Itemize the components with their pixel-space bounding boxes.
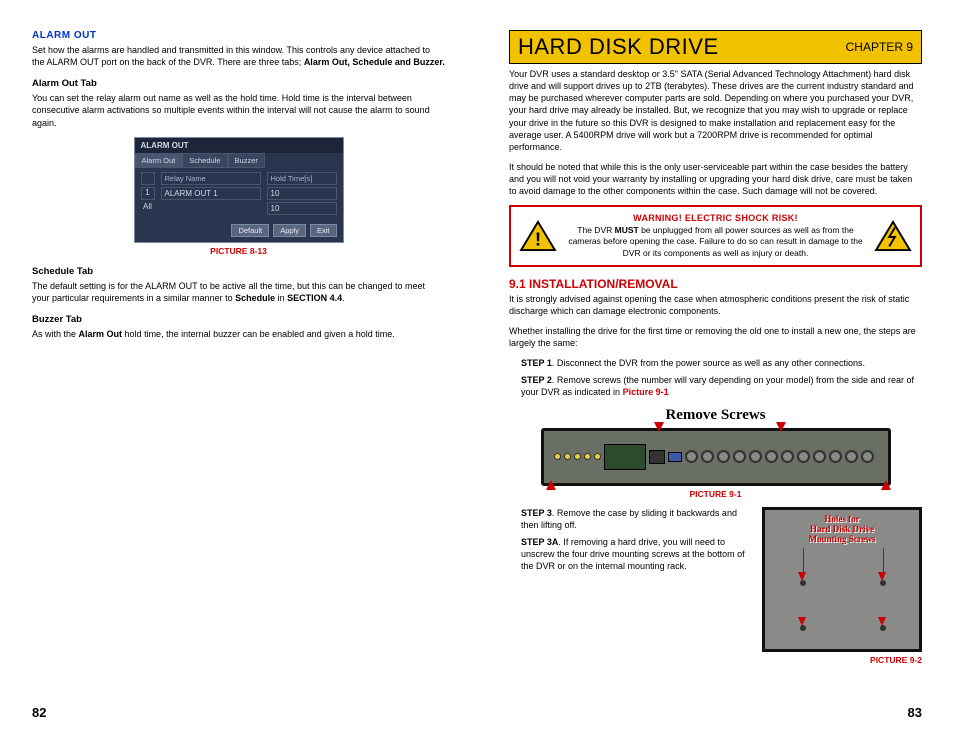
arrow-icon	[546, 480, 556, 490]
step1-label: STEP 1	[521, 358, 552, 368]
ui-td-time: 10	[267, 187, 337, 200]
ui-tab-buzzer: Buzzer	[228, 153, 265, 168]
warning-heading: WARNING! ELECTRIC SHOCK RISK!	[565, 213, 866, 223]
step-2: STEP 2. Remove screws (the number will v…	[521, 374, 922, 398]
warn-b1: The DVR	[577, 225, 614, 235]
picture-9-1-caption: PICTURE 9-1	[509, 489, 922, 499]
alarm-out-heading: ALARM OUT	[32, 30, 445, 41]
dvr-rear-image	[541, 428, 891, 486]
drive-label-3: Mounting Screws	[765, 534, 919, 544]
alarm-out-intro: Set how the alarms are handled and trans…	[32, 44, 445, 68]
step3a-label: STEP 3A	[521, 537, 558, 547]
ui-btn-default: Default	[231, 224, 269, 237]
ui-tab-schedule: Schedule	[182, 153, 227, 168]
shock-triangle-icon	[874, 220, 912, 252]
ui-td-name: ALARM OUT 1	[161, 187, 261, 200]
warning-triangle-icon: !	[519, 220, 557, 252]
section-9-1-title: 9.1 INSTALLATION/REMOVAL	[509, 277, 922, 291]
sched-word: Schedule	[235, 293, 275, 303]
step-3a: STEP 3A. If removing a hard drive, you w…	[521, 536, 750, 572]
page-number-right: 83	[908, 705, 922, 720]
arrow-icon	[776, 422, 786, 432]
warn-must: MUST	[615, 225, 639, 235]
alarm-out-tab-body: You can set the relay alarm out name as …	[32, 92, 445, 128]
ui-td-all-time: 10	[267, 202, 337, 215]
buzz-b1: As with the	[32, 329, 79, 339]
step2-text: . Remove screws (the number will vary de…	[521, 375, 914, 397]
sec91-p2: Whether installing the drive for the fir…	[509, 325, 922, 349]
page-number-left: 82	[32, 705, 46, 720]
step-3: STEP 3. Remove the case by sliding it ba…	[521, 507, 750, 531]
schedule-tab-body: The default setting is for the ALARM OUT…	[32, 280, 445, 304]
buzzer-tab-title: Buzzer Tab	[32, 314, 445, 325]
warning-body: The DVR MUST be unplugged from all power…	[565, 225, 866, 258]
sched-ref: SECTION 4.4	[287, 293, 342, 303]
step1-text: . Disconnect the DVR from the power sour…	[552, 358, 865, 368]
alarm-out-tab-title: Alarm Out Tab	[32, 78, 445, 89]
drive-label-1: Holes for	[765, 514, 919, 524]
warning-box: ! WARNING! ELECTRIC SHOCK RISK! The DVR …	[509, 205, 922, 266]
hdd-intro-1: Your DVR uses a standard desktop or 3.5"…	[509, 68, 922, 153]
chapter-bar: HARD DISK DRIVE CHAPTER 9	[509, 30, 922, 64]
ui-th-hold: Hold Time[s]	[267, 172, 337, 185]
sched-b2: in	[275, 293, 287, 303]
alarm-out-screenshot: ALARM OUT Alarm Out Schedule Buzzer Rela…	[134, 137, 344, 243]
page-left: ALARM OUT Set how the alarms are handled…	[0, 0, 477, 738]
picture-9-2-caption: PICTURE 9-2	[762, 655, 922, 665]
ui-window-title: ALARM OUT	[135, 138, 343, 153]
buzz-word: Alarm Out	[79, 329, 123, 339]
arrow-icon	[654, 422, 664, 432]
drive-label: Holes for Hard Disk Drive Mounting Screw…	[765, 514, 919, 544]
ui-th-blank	[141, 172, 155, 185]
sched-b1: The default setting is for the ALARM OUT…	[32, 281, 425, 303]
step2-label: STEP 2	[521, 375, 552, 385]
ui-th-relay: Relay Name	[161, 172, 261, 185]
chapter-number: CHAPTER 9	[846, 40, 913, 54]
schedule-tab-title: Schedule Tab	[32, 266, 445, 277]
step-1: STEP 1. Disconnect the DVR from the powe…	[521, 357, 922, 369]
ui-td-all: All	[141, 202, 155, 215]
step3-text: . Remove the case by sliding it backward…	[521, 508, 737, 530]
ui-td-1: 1	[141, 187, 155, 200]
dvr-bottom-image: Holes for Hard Disk Drive Mounting Screw…	[762, 507, 922, 652]
page-right: HARD DISK DRIVE CHAPTER 9 Your DVR uses …	[477, 0, 954, 738]
step2-ref: Picture 9-1	[623, 387, 669, 397]
step3-label: STEP 3	[521, 508, 552, 518]
drive-label-2: Hard Disk Drive	[765, 524, 919, 534]
buzz-b2: hold time, the internal buzzer can be en…	[122, 329, 395, 339]
sec91-p1: It is strongly advised against opening t…	[509, 293, 922, 317]
buzzer-tab-body: As with the Alarm Out hold time, the int…	[32, 328, 445, 340]
svg-text:!: !	[535, 228, 541, 249]
remove-screws-title: Remove Screws	[509, 407, 922, 424]
ui-tab-alarmout: Alarm Out	[135, 153, 183, 168]
arrow-icon	[881, 480, 891, 490]
tabs-list: Alarm Out, Schedule and Buzzer.	[304, 57, 445, 67]
chapter-title: HARD DISK DRIVE	[518, 34, 719, 60]
picture-8-13-caption: PICTURE 8-13	[32, 246, 445, 256]
sched-b3: .	[342, 293, 345, 303]
ui-btn-apply: Apply	[273, 224, 306, 237]
ui-btn-exit: Exit	[310, 224, 337, 237]
hdd-intro-2: It should be noted that while this is th…	[509, 161, 922, 197]
